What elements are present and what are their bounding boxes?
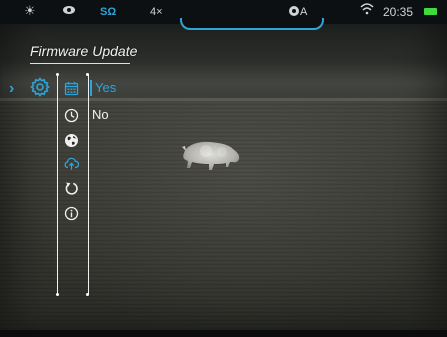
mode-gear-icon bbox=[289, 6, 299, 16]
info-icon[interactable] bbox=[64, 206, 79, 221]
panel-corner-dot bbox=[86, 73, 89, 76]
panel-corner-dot bbox=[56, 73, 59, 76]
battery-icon bbox=[424, 8, 437, 15]
title-underline bbox=[30, 63, 130, 64]
eye-icon bbox=[62, 3, 76, 19]
panel-corner-dot bbox=[86, 293, 89, 296]
option-no[interactable]: No bbox=[90, 107, 109, 123]
settings-icon[interactable] bbox=[30, 77, 50, 97]
zoom-level: 4× bbox=[150, 6, 163, 18]
reset-icon[interactable] bbox=[64, 181, 79, 196]
mode-indicator: A bbox=[288, 4, 307, 20]
bottom-bezel bbox=[0, 330, 447, 337]
clock-icon[interactable] bbox=[64, 108, 79, 123]
mode-label: A bbox=[300, 6, 308, 18]
page-title: Firmware Update bbox=[30, 43, 138, 59]
panel-corner-dot bbox=[56, 293, 59, 296]
clock-time: 20:35 bbox=[383, 5, 414, 19]
chevron-right-icon[interactable]: › bbox=[9, 80, 14, 98]
calendar-icon[interactable] bbox=[64, 81, 79, 96]
status-bar: ☀ SΩ 4× A 20:35 bbox=[0, 0, 447, 30]
microphone-icon: SΩ bbox=[100, 6, 117, 18]
thermal-viewfinder-screen: ☀ SΩ 4× A 20:35 Firmware Update › Yes No bbox=[0, 0, 447, 337]
option-yes[interactable]: Yes bbox=[90, 80, 116, 96]
wifi-icon bbox=[360, 2, 374, 18]
cloud-upload-icon[interactable] bbox=[64, 156, 79, 171]
sun-icon: ☀ bbox=[24, 3, 36, 18]
globe-icon[interactable] bbox=[64, 133, 79, 148]
